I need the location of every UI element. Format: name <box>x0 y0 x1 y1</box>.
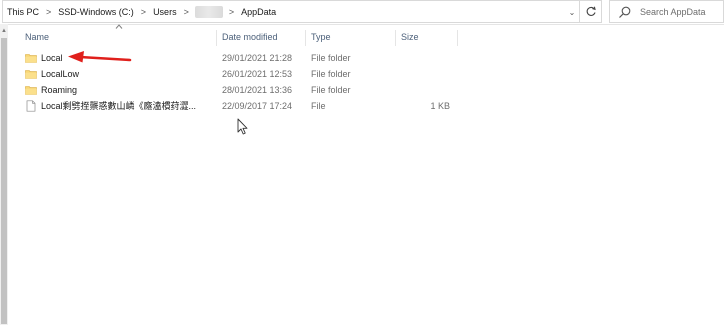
file-row-corrupted-file[interactable]: Local剩劈挃龒惑數山嶙《廕溘樌荮澀... 22/09/2017 17:24 … <box>20 98 460 114</box>
search-icon <box>619 6 631 18</box>
breadcrumb-drive[interactable]: SSD-Windows (C:) <box>57 7 135 17</box>
file-row-local[interactable]: Local 29/01/2021 21:28 File folder <box>20 50 460 66</box>
column-header-type-label: Type <box>311 32 331 42</box>
file-name: Roaming <box>41 85 78 95</box>
refresh-button[interactable] <box>580 0 602 23</box>
file-size <box>400 50 450 66</box>
column-divider[interactable] <box>457 30 458 46</box>
column-header-date-label: Date modified <box>222 32 278 42</box>
file-name: Local剩劈挃龒惑數山嶙《廕溘樌荮澀... <box>41 101 197 111</box>
file-size: 1 KB <box>430 101 450 111</box>
breadcrumb-separator[interactable]: > <box>40 7 57 17</box>
file-size <box>400 66 450 82</box>
chevron-down-icon[interactable]: ⌄ <box>565 5 579 19</box>
column-header-name-label: Name <box>25 32 50 42</box>
address-row: This PC > SSD-Windows (C:) > Users > > A… <box>0 0 724 25</box>
breadcrumb-this-pc[interactable]: This PC <box>6 7 40 17</box>
file-list: Local 29/01/2021 21:28 File folder Local… <box>20 50 460 114</box>
breadcrumb-separator[interactable]: > <box>223 7 240 17</box>
column-header-date-modified[interactable]: Date modified <box>217 30 306 47</box>
scrollbar-thumb[interactable] <box>1 38 7 324</box>
breadcrumb[interactable]: This PC > SSD-Windows (C:) > Users > > A… <box>2 0 580 23</box>
breadcrumb-separator[interactable]: > <box>178 7 195 17</box>
file-date-modified: 22/09/2017 17:24 <box>222 101 293 111</box>
column-header-row: Name Date modified Type Size <box>0 30 724 47</box>
search-input[interactable]: Search AppData <box>609 0 724 23</box>
breadcrumb-redacted-username[interactable] <box>194 5 223 18</box>
folder-icon <box>25 86 37 95</box>
breadcrumb-appdata[interactable]: AppData <box>240 7 277 17</box>
file-name: LocalLow <box>41 69 80 79</box>
annotation-layer <box>68 51 132 63</box>
column-header-size-label: Size <box>401 32 419 42</box>
folder-icon <box>25 54 37 63</box>
column-header-name[interactable]: Name <box>20 30 217 47</box>
breadcrumb-users[interactable]: Users <box>152 7 178 17</box>
file-row-roaming[interactable]: Roaming 28/01/2021 13:36 File folder <box>20 82 460 98</box>
file-date-modified: 29/01/2021 21:28 <box>222 53 293 63</box>
file-name: Local <box>41 53 63 63</box>
file-type: File folder <box>311 85 351 95</box>
refresh-icon <box>586 6 596 16</box>
file-size <box>400 82 450 98</box>
column-header-size[interactable]: Size <box>396 30 458 47</box>
search-placeholder: Search AppData <box>640 6 706 17</box>
file-type: File folder <box>311 69 351 79</box>
file-date-modified: 26/01/2021 12:53 <box>222 69 293 79</box>
file-type: File folder <box>311 53 351 63</box>
column-header-type[interactable]: Type <box>306 30 396 47</box>
mouse-pointer-icon <box>237 118 248 135</box>
file-row-locallow[interactable]: LocalLow 26/01/2021 12:53 File folder <box>20 66 460 82</box>
breadcrumb-separator[interactable]: > <box>135 7 152 17</box>
file-icon <box>26 100 36 112</box>
nav-pane-scrollbar[interactable]: ▲ <box>0 24 8 325</box>
file-type: File <box>311 101 326 111</box>
file-date-modified: 28/01/2021 13:36 <box>222 85 293 95</box>
folder-icon <box>25 70 37 79</box>
